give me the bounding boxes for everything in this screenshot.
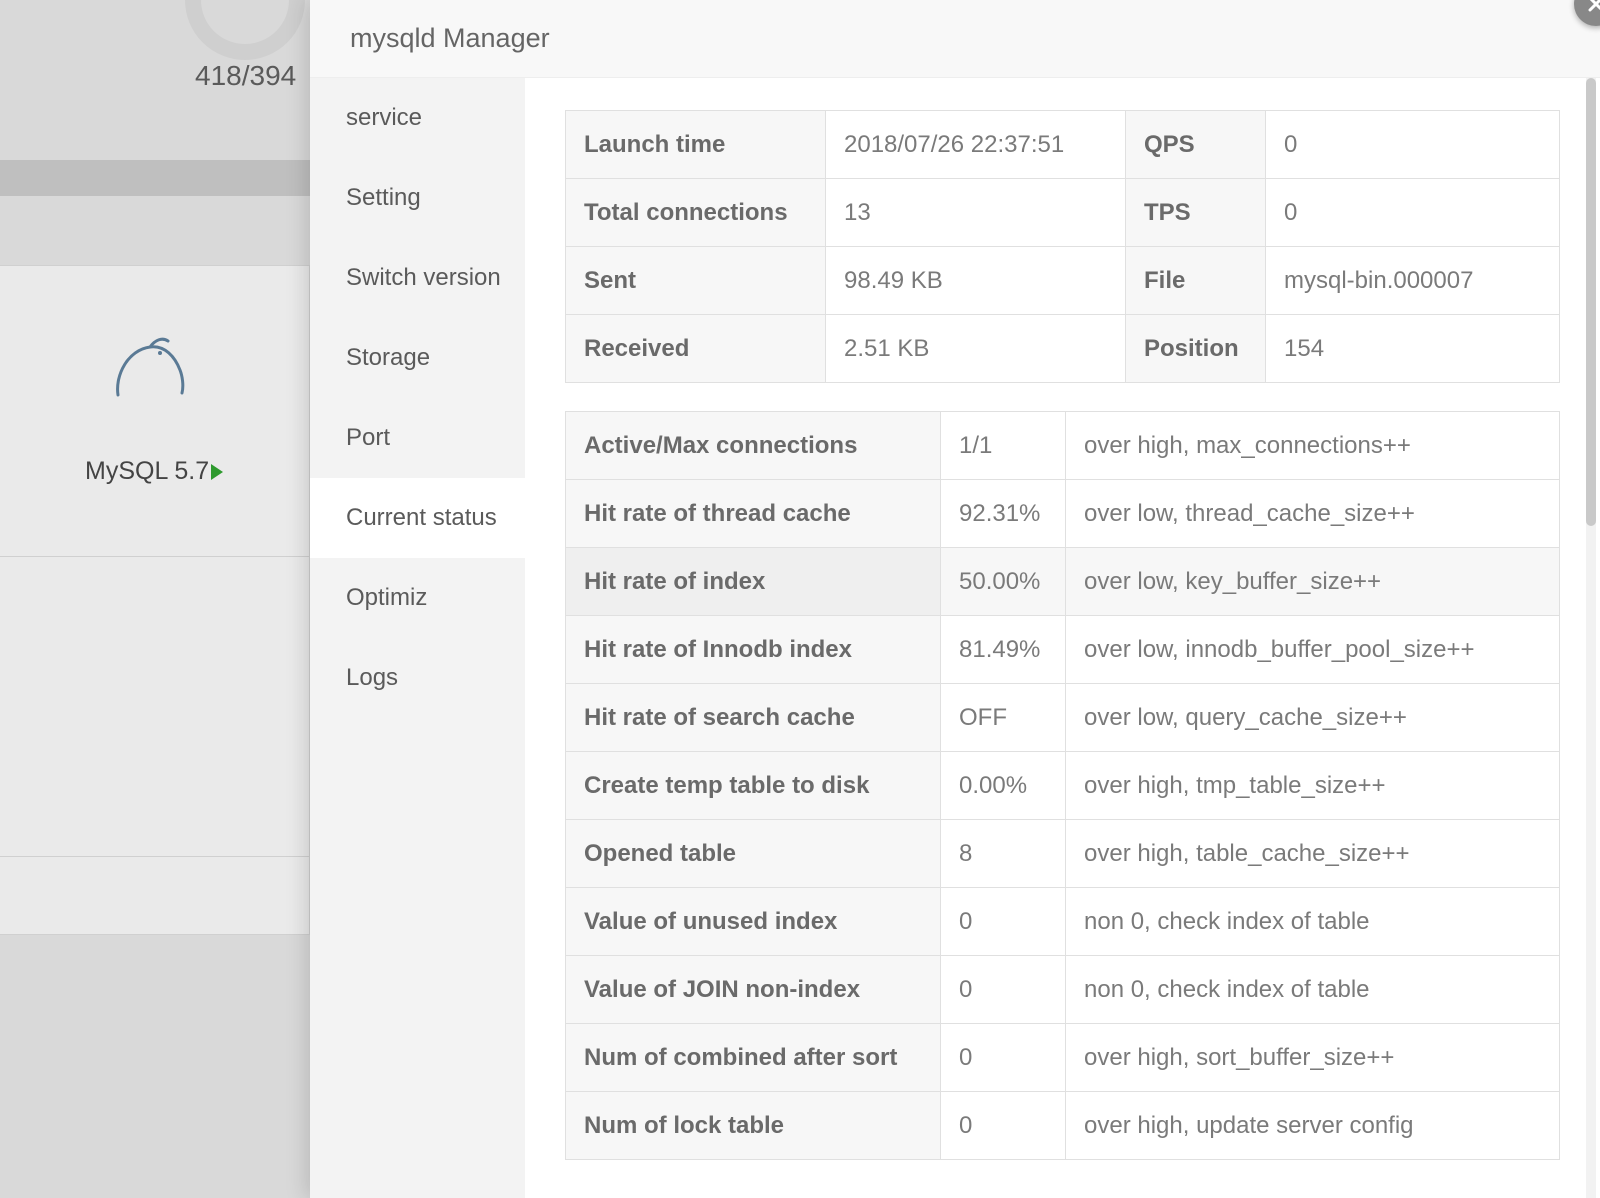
metric-value: 0 xyxy=(941,956,1066,1024)
table-row: Num of combined after sort0over high, so… xyxy=(566,1024,1560,1092)
sidebar-item-port[interactable]: Port xyxy=(310,398,525,478)
status-label: TPS xyxy=(1126,179,1266,247)
close-icon xyxy=(1586,0,1600,14)
status-value: 2.51 KB xyxy=(826,315,1126,383)
sidebar-item-current-status[interactable]: Current status xyxy=(310,478,525,558)
metric-name: Hit rate of search cache xyxy=(566,684,941,752)
metric-name: Opened table xyxy=(566,820,941,888)
status-value: 0 xyxy=(1266,111,1560,179)
table-row: Hit rate of Innodb index81.49%over low, … xyxy=(566,616,1560,684)
metric-name: Value of JOIN non-index xyxy=(566,956,941,1024)
metric-hint: over low, key_buffer_size++ xyxy=(1066,548,1560,616)
gauge-icon xyxy=(185,0,305,60)
table-row: Hit rate of index50.00%over low, key_buf… xyxy=(566,548,1560,616)
table-row: Active/Max connections1/1over high, max_… xyxy=(566,412,1560,480)
metric-hint: over low, innodb_buffer_pool_size++ xyxy=(1066,616,1560,684)
metric-hint: over high, sort_buffer_size++ xyxy=(1066,1024,1560,1092)
table-row: Value of JOIN non-index0non 0, check ind… xyxy=(566,956,1560,1024)
status-table: Launch time2018/07/26 22:37:51QPS0Total … xyxy=(565,110,1560,383)
status-value: 2018/07/26 22:37:51 xyxy=(826,111,1126,179)
metric-hint: over high, table_cache_size++ xyxy=(1066,820,1560,888)
metric-name: Create temp table to disk xyxy=(566,752,941,820)
sidebar-item-logs[interactable]: Logs xyxy=(310,638,525,718)
table-row: Launch time2018/07/26 22:37:51QPS0 xyxy=(566,111,1560,179)
sidebar-item-switch-version[interactable]: Switch version xyxy=(310,238,525,318)
background-stripe xyxy=(0,160,310,196)
metrics-table: Active/Max connections1/1over high, max_… xyxy=(565,411,1560,1160)
status-label: Launch time xyxy=(566,111,826,179)
status-label: Received xyxy=(566,315,826,383)
metric-value: 0 xyxy=(941,1092,1066,1160)
mysqld-manager-modal: mysqld Manager serviceSettingSwitch vers… xyxy=(310,0,1600,1198)
table-row: Opened table8over high, table_cache_size… xyxy=(566,820,1560,888)
metric-hint: over low, thread_cache_size++ xyxy=(1066,480,1560,548)
metric-value: 0 xyxy=(941,888,1066,956)
modal-title: mysqld Manager xyxy=(310,0,1600,78)
status-label: Position xyxy=(1126,315,1266,383)
modal-sidebar: serviceSettingSwitch versionStoragePortC… xyxy=(310,78,525,1198)
modal-content: Launch time2018/07/26 22:37:51QPS0Total … xyxy=(525,78,1600,1198)
status-value: 13 xyxy=(826,179,1126,247)
metric-value: OFF xyxy=(941,684,1066,752)
sidebar-item-setting[interactable]: Setting xyxy=(310,158,525,238)
metric-hint: over high, max_connections++ xyxy=(1066,412,1560,480)
status-value: 0 xyxy=(1266,179,1560,247)
table-row: Hit rate of search cacheOFFover low, que… xyxy=(566,684,1560,752)
metric-hint: over high, update server config xyxy=(1066,1092,1560,1160)
play-icon xyxy=(211,464,223,480)
table-row: Hit rate of thread cache92.31%over low, … xyxy=(566,480,1560,548)
metric-hint: over high, tmp_table_size++ xyxy=(1066,752,1560,820)
metric-value: 0.00% xyxy=(941,752,1066,820)
table-row: Received2.51 KBPosition154 xyxy=(566,315,1560,383)
status-value: mysql-bin.000007 xyxy=(1266,247,1560,315)
mysql-version-label: MySQL 5.7 xyxy=(85,457,223,486)
status-label: File xyxy=(1126,247,1266,315)
metric-name: Hit rate of index xyxy=(566,548,941,616)
mysql-dolphin-icon xyxy=(110,335,190,405)
metric-name: Num of combined after sort xyxy=(566,1024,941,1092)
table-row: Create temp table to disk0.00%over high,… xyxy=(566,752,1560,820)
status-label: Total connections xyxy=(566,179,826,247)
status-label: Sent xyxy=(566,247,826,315)
metric-value: 8 xyxy=(941,820,1066,888)
metric-name: Hit rate of Innodb index xyxy=(566,616,941,684)
metric-value: 0 xyxy=(941,1024,1066,1092)
metric-hint: over low, query_cache_size++ xyxy=(1066,684,1560,752)
metric-value: 1/1 xyxy=(941,412,1066,480)
table-row: Sent98.49 KBFilemysql-bin.000007 xyxy=(566,247,1560,315)
metric-name: Value of unused index xyxy=(566,888,941,956)
metric-value: 50.00% xyxy=(941,548,1066,616)
metric-hint: non 0, check index of table xyxy=(1066,888,1560,956)
sidebar-item-optimiz[interactable]: Optimiz xyxy=(310,558,525,638)
gauge-ratio: 418/394 xyxy=(195,60,296,92)
scrollbar[interactable] xyxy=(1586,78,1596,1198)
table-row: Num of lock table0over high, update serv… xyxy=(566,1092,1560,1160)
status-value: 98.49 KB xyxy=(826,247,1126,315)
sidebar-item-service[interactable]: service xyxy=(310,78,525,158)
status-value: 154 xyxy=(1266,315,1560,383)
scrollbar-thumb[interactable] xyxy=(1586,78,1596,526)
metric-value: 81.49% xyxy=(941,616,1066,684)
table-row: Value of unused index0non 0, check index… xyxy=(566,888,1560,956)
metric-name: Num of lock table xyxy=(566,1092,941,1160)
sidebar-item-storage[interactable]: Storage xyxy=(310,318,525,398)
metric-value: 92.31% xyxy=(941,480,1066,548)
status-label: QPS xyxy=(1126,111,1266,179)
metric-hint: non 0, check index of table xyxy=(1066,956,1560,1024)
metric-name: Active/Max connections xyxy=(566,412,941,480)
metric-name: Hit rate of thread cache xyxy=(566,480,941,548)
table-row: Total connections13TPS0 xyxy=(566,179,1560,247)
